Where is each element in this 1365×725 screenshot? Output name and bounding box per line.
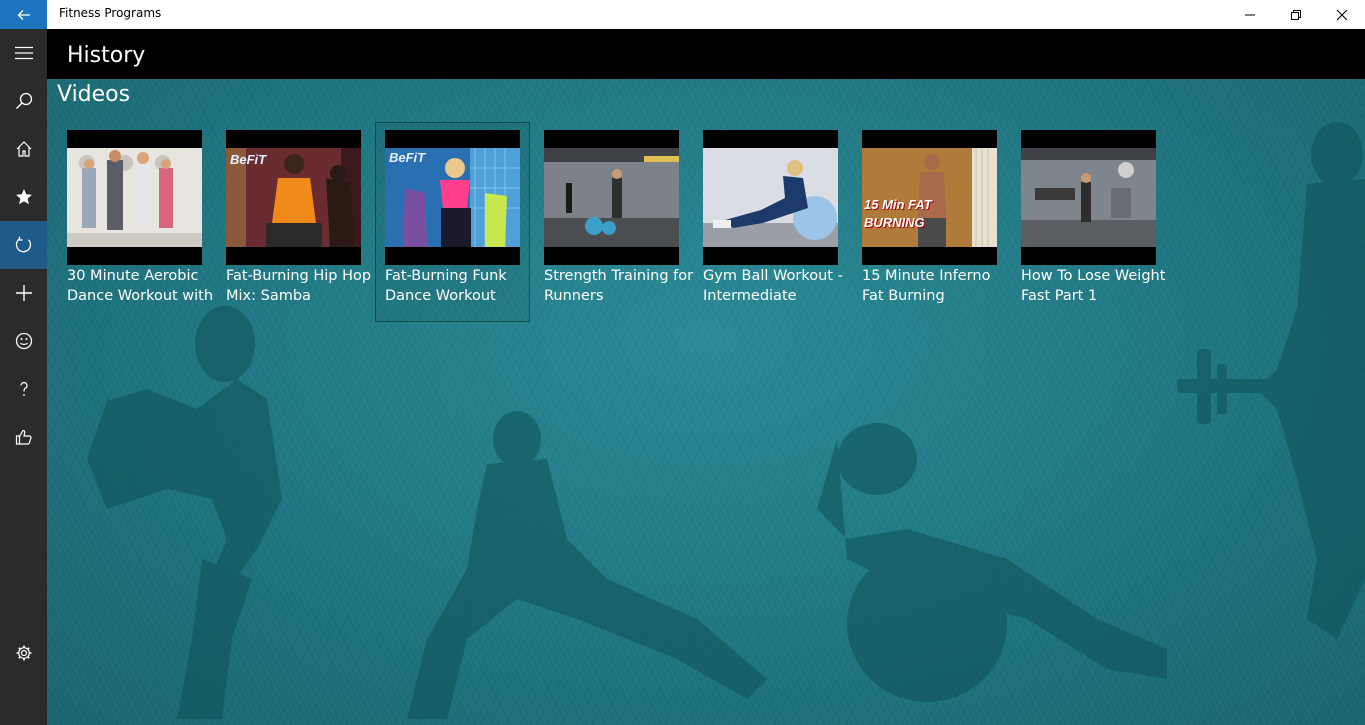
nav-rate-button[interactable] [0,413,47,461]
question-icon [19,381,28,396]
section-title: Videos [57,82,131,107]
title-bar: Fitness Programs [0,0,1365,29]
video-tile[interactable]: 30 Minute Aerobic Dance Workout with [67,130,213,310]
video-thumbnail: 15 Min FAT BURNING [862,130,997,265]
video-title: 30 Minute Aerobic Dance Workout with [67,268,214,304]
gear-icon [16,645,31,661]
window-title: Fitness Programs [59,6,162,20]
page-header: History [47,29,1365,79]
close-icon [1336,9,1348,20]
restore-button[interactable] [1273,0,1319,29]
video-title: Strength Training for Runners [544,268,694,304]
video-title: Gym Ball Workout - Intermediate [703,268,843,304]
thumbs-up-icon [15,429,32,445]
video-tile[interactable]: BeFiT Fat-Burning Funk Dance Workout [375,122,530,322]
nav-favorites-button[interactable] [0,173,47,221]
close-button[interactable] [1319,0,1365,29]
video-tile[interactable]: Gym Ball Workout - Intermediate [703,130,843,310]
thumbnail-overlay-text: 15 Min FAT BURNING [864,197,932,230]
video-title: 15 Minute Inferno Fat Burning [862,268,991,304]
video-thumbnail [1021,130,1156,265]
video-thumbnail: BeFiT [385,130,520,265]
thumbnail-overlay-text: BeFiT [389,150,426,165]
strength-training-image [544,148,679,247]
hamburger-icon [14,46,33,60]
video-title: How To Lose Weight Fast Part 1 [1021,268,1166,304]
content-area: Videos 30 Minute Aerobic Dance Workout w… [47,79,1365,725]
smiley-icon [15,332,32,350]
gym-ball-image [703,148,838,247]
search-icon [15,92,32,110]
video-tile[interactable]: BeFiT Fat-Burning Hip Hop Mix: Samba [226,130,371,310]
video-thumbnail [67,130,202,265]
page-title: History [67,43,146,68]
aerobic-dance-image [67,148,202,247]
nav-settings-button[interactable] [0,629,47,677]
back-button[interactable] [0,0,47,29]
nav-home-button[interactable] [0,125,47,173]
thumbnail-overlay-text: BeFiT [230,152,267,167]
video-thumbnail: BeFiT [226,130,361,265]
video-thumbnail [544,130,679,265]
nav-help-button[interactable] [0,365,47,413]
video-title: Fat-Burning Hip Hop Mix: Samba [226,268,372,304]
minimize-icon [1245,14,1255,15]
video-tile[interactable]: 15 Min FAT BURNING 15 Minute Inferno Fat… [862,130,997,310]
video-title: Fat-Burning Funk Dance Workout [385,268,507,304]
restore-icon [1291,9,1301,20]
nav-add-button[interactable] [0,269,47,317]
video-tile[interactable]: Strength Training for Runners [544,130,693,310]
minimize-button[interactable] [1227,0,1273,29]
plus-icon [15,285,32,301]
nav-feedback-button[interactable] [0,317,47,365]
nav-menu-button[interactable] [0,29,47,77]
nav-rail [0,29,47,725]
arrow-left-icon [17,9,30,20]
video-tile[interactable]: How To Lose Weight Fast Part 1 [1021,130,1165,310]
nav-search-button[interactable] [0,77,47,125]
refresh-icon [15,236,31,253]
video-thumbnail [703,130,838,265]
star-icon [15,189,32,205]
home-icon [16,141,31,157]
nav-history-button[interactable] [0,221,47,269]
lose-weight-image [1021,148,1156,247]
